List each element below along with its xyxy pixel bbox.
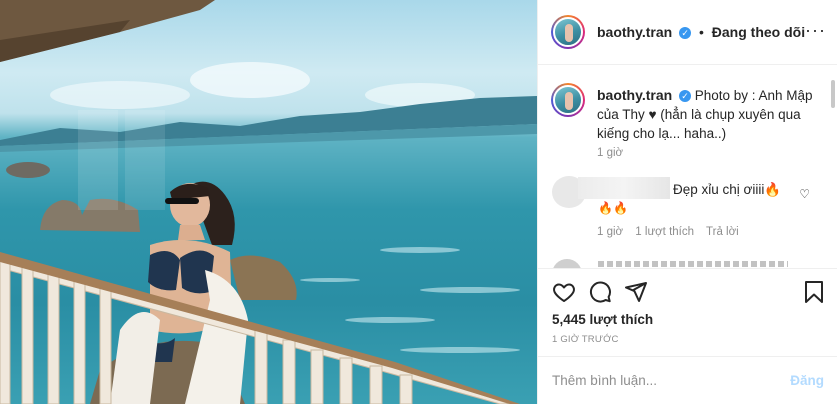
post-actions: 5,445 lượt thích 1 GIỜ TRƯỚC xyxy=(538,268,837,356)
beach-scene xyxy=(0,0,537,404)
follow-status-button[interactable]: Đang theo dõi xyxy=(712,24,805,40)
author-avatar[interactable] xyxy=(551,15,585,49)
caption-username[interactable]: baothy.tran xyxy=(597,87,672,103)
comment-reply-button[interactable]: Trả lời xyxy=(706,226,739,238)
caption-avatar[interactable] xyxy=(551,83,585,117)
add-comment-bar: Thêm bình luận... Đăng xyxy=(538,356,837,404)
caption-text: baothy.tran ✓ Photo by : Anh Mập của Thy… xyxy=(597,86,823,143)
separator-dot: • xyxy=(698,24,704,40)
comment-emoji-line: 🔥🔥 xyxy=(598,201,628,215)
comment-time[interactable]: 1 giờ xyxy=(597,226,623,238)
comment-icon[interactable] xyxy=(588,280,612,304)
author-username[interactable]: baothy.tran xyxy=(597,24,672,40)
more-options-icon[interactable]: ··· xyxy=(805,20,826,41)
comments-list[interactable]: baothy.tran ✓ Photo by : Anh Mập của Thy… xyxy=(538,66,837,268)
comments-scrollbar[interactable] xyxy=(831,80,835,108)
next-comment-text-cutoff xyxy=(598,261,788,267)
share-icon[interactable] xyxy=(624,280,648,304)
comment-like-heart-icon[interactable]: ♡ xyxy=(799,187,810,201)
post-detail-panel: baothy.tran ✓ • Đang theo dõi ··· baothy… xyxy=(537,0,837,404)
verified-badge-icon: ✓ xyxy=(679,27,692,39)
like-count[interactable]: 5,445 lượt thích xyxy=(552,312,653,327)
heart-icon[interactable] xyxy=(552,280,576,304)
fire-emoji: 🔥 xyxy=(764,182,782,197)
comment-like-count[interactable]: 1 lượt thích xyxy=(635,226,694,238)
commenter-username-blurred[interactable] xyxy=(578,177,670,199)
bookmark-icon[interactable] xyxy=(802,280,826,304)
add-comment-input[interactable]: Thêm bình luận... xyxy=(552,373,657,388)
post-header: baothy.tran ✓ • Đang theo dõi ··· xyxy=(538,0,837,65)
author-line: baothy.tran ✓ • Đang theo dõi xyxy=(597,24,805,40)
caption-time[interactable]: 1 giờ xyxy=(597,147,623,159)
next-comment-avatar[interactable] xyxy=(552,259,582,268)
comment-meta: 1 giờ 1 lượt thích Trả lời xyxy=(597,226,748,238)
post-comment-button[interactable]: Đăng xyxy=(790,373,824,388)
comment-text: Đẹp xỉu chị ơiiii🔥 xyxy=(673,182,782,197)
post-timestamp[interactable]: 1 GIỜ TRƯỚC xyxy=(552,334,619,345)
verified-badge-icon: ✓ xyxy=(678,90,691,102)
post-photo[interactable] xyxy=(0,0,537,404)
